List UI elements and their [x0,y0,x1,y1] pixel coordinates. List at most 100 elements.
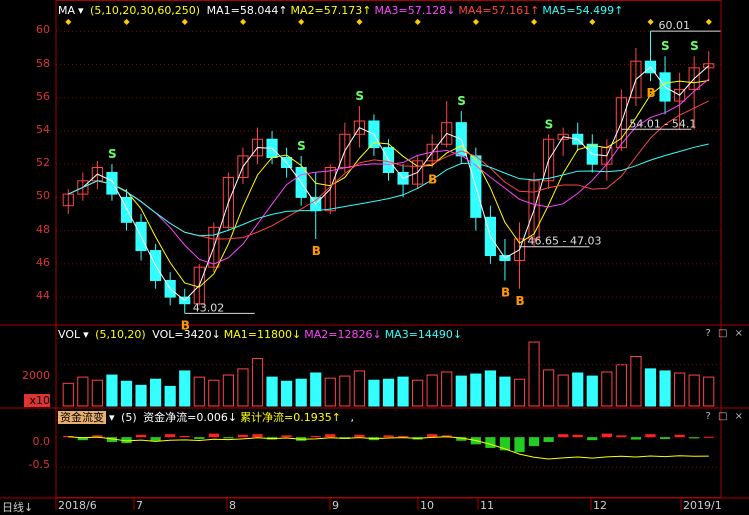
date-tick-1: 7 [136,499,143,512]
flow-bar-22 [383,435,394,438]
flow-bar-8 [179,435,190,438]
vol-bar-17 [310,372,322,407]
flow-bar-41 [659,437,671,439]
vol-bar-4 [120,380,133,407]
period-selector[interactable]: 日线↓ [2,499,33,515]
flow-bar-33 [543,437,554,442]
price-tick-58: 58 [36,56,50,70]
vol-bar-21 [368,379,380,407]
vol-bar-26 [441,371,453,407]
flow-bar-10 [208,433,219,438]
buy-signal-5: B [428,173,437,187]
flow-values: 资金净流=0.006↓ 累计净流=0.1935↑ [143,411,344,424]
cumulative-flow-line [68,436,709,460]
sell-signal-2: S [297,139,306,153]
flow-bar-38 [616,435,627,438]
vol-bar-25 [426,374,438,407]
flow-bar-17 [310,435,321,438]
fh-items-item-1: 累计净流=0.1935↑ [240,411,341,424]
diamond-marker-44: ◆ [706,17,713,26]
date-tick-5: 11 [480,499,494,512]
flow-header-tail: , [350,411,355,424]
vol-bar-22 [382,378,395,407]
flow-bar-39 [630,437,642,440]
dropdown-icon[interactable]: ▾ [78,4,84,17]
vh-items-item-3: MA3=14490↓ [384,328,463,341]
flow-bar-30 [499,437,511,451]
price-tick-54: 54 [36,122,50,136]
vol-bar-44 [703,376,715,407]
flow-bar-23 [397,435,409,438]
sell-signal-4: S [355,89,364,103]
vol-bar-33 [543,369,555,407]
sell-signal-11: S [661,39,670,53]
annotation-3: 43.02 [193,301,225,314]
price-tick-56: 56 [36,89,50,103]
vol-bar-2 [91,379,103,407]
flow-bar-44 [703,436,714,438]
fh-items-item-0: 资金净流=0.006↓ [143,411,238,424]
mh-items-item-4: MA5=54.499↑ [542,4,624,17]
main-indicator-header: MA ▾ (5,10,20,30,60,250) MA1=58.044↑ MA2=5… [58,3,629,19]
vol-bar-16 [295,378,307,407]
sell-signal-0: S [108,147,117,161]
vol-bar-38 [615,364,627,407]
vol-bar-42 [674,372,686,407]
vol-bar-11 [222,374,234,407]
vol-values: VOL=3420↓ MA1=11800↓ MA2=12826↓ MA3=14490↓ [152,328,465,341]
vol-bar-39 [630,356,642,407]
sell-signal-9: S [545,117,554,131]
flow-axis-tick-1: -0.5 [28,458,50,471]
flow-panel-controls[interactable]: ? □ × [706,411,746,422]
price-tick-48: 48 [36,222,50,236]
vol-bar-10 [208,379,220,407]
vol-indicator-header: VOL ▾ (5,10,20) VOL=3420↓ MA1=11800↓ MA2=12… [58,327,468,343]
main-indicator-params: (5,10,20,30,60,250) [90,4,201,17]
buy-signal-7: B [501,285,510,299]
flow-bar-9 [194,437,205,439]
vol-bar-14 [266,376,278,407]
vol-axis-unit: x10 [24,394,50,407]
flow-bar-37 [601,433,612,438]
annotation-2: 46.65 - 47.03 [528,235,602,248]
annotation-1: 54.01 - 54.1 [629,117,696,130]
diamond-marker-40: ◆ [648,17,655,26]
period-label: 日线 [2,501,24,514]
vol-bar-34 [557,374,569,407]
vol-bar-20 [353,370,365,407]
vol-bar-30 [499,376,511,407]
vol-bar-8 [179,370,191,407]
date-tick-0: 2018/6 [58,499,97,512]
date-tick-3: 9 [332,499,339,512]
main-indicator-selector[interactable]: MA [58,4,75,17]
date-tick-7: 2019/1 [683,499,722,512]
vol-bar-24 [412,379,424,407]
vol-bar-19 [339,375,351,407]
flow-bar-32 [528,437,540,447]
vh-items-item-1: MA1=11800↓ [223,328,302,341]
price-tick-44: 44 [36,289,50,303]
flow-bar-43 [689,437,700,439]
main-ma-values: MA1=58.044↑ MA2=57.173↑ MA3=57.128↓ MA4=57.… [207,4,627,17]
vol-panel-controls[interactable]: ? □ × [706,328,746,339]
flow-bar-34 [558,434,569,438]
flow-bar-13 [252,434,263,438]
flow-bar-25 [427,434,438,438]
vol-bar-7 [164,385,176,407]
date-tick-2: 8 [229,499,236,512]
dropdown-icon[interactable]: ▾ [83,328,89,341]
vol-indicator-selector[interactable]: VOL [58,328,80,341]
vol-indicator-params: (5,10,20) [95,328,146,341]
annotation-0: 60.01 [659,19,691,32]
sell-signal-12: S [690,39,699,53]
flow-indicator-header: 资金流变 ▾ (5) 资金净流=0.006↓ 累计净流=0.1935↑ , [58,410,357,426]
flow-indicator-selector[interactable]: 资金流变 [58,411,106,424]
vol-bar-1 [77,376,89,407]
vol-bar-12 [237,368,249,407]
flow-axis-tick-0: 0.0 [32,435,51,448]
dropdown-icon[interactable]: ▾ [109,411,115,424]
vol-bar-0 [62,382,74,407]
vol-bar-9 [193,376,205,407]
vol-bar-27 [455,375,467,407]
vol-bar-3 [106,374,118,407]
